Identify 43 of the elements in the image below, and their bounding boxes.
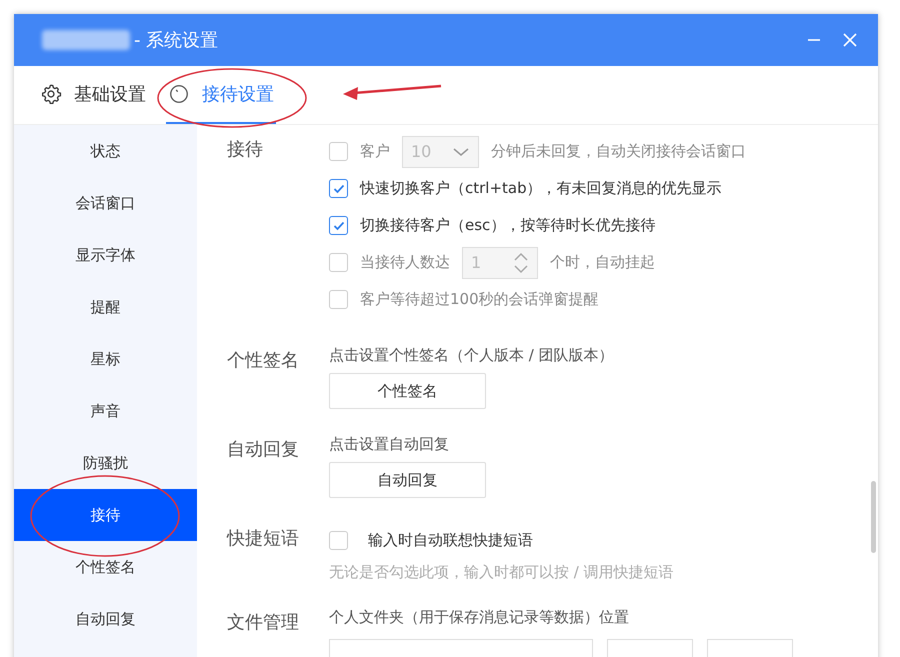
option-label: 客户 xyxy=(360,142,390,161)
sidebar-item[interactable]: 显示字体 xyxy=(14,229,197,281)
section-label: 文件管理 xyxy=(227,611,300,635)
window-title: - 系统设置 xyxy=(134,29,218,52)
sidebar-item[interactable]: 状态 xyxy=(14,125,197,177)
hint-text: 个人文件夹（用于保存消息记录等数据）位置 xyxy=(329,608,629,627)
sidebar-item[interactable]: 个性签名 xyxy=(14,541,197,593)
sidebar-item[interactable]: 防骚扰 xyxy=(14,437,197,489)
option-label: 分钟后未回复，自动关闭接待会话窗口 xyxy=(491,142,746,161)
dial-icon xyxy=(168,83,190,105)
sidebar-item[interactable]: 提醒 xyxy=(14,281,197,333)
section-label: 快捷短语 xyxy=(227,527,300,551)
sidebar-item[interactable]: 声音 xyxy=(14,385,197,437)
settings-tab[interactable]: 基础设置 xyxy=(38,66,148,124)
checkbox[interactable] xyxy=(329,216,348,235)
checkbox[interactable] xyxy=(329,531,348,550)
sidebar-item[interactable]: 接待 xyxy=(14,489,197,541)
sidebar-item[interactable]: 星标 xyxy=(14,333,197,385)
option-label: 客户等待超过100秒的会话弹窗提醒 xyxy=(360,290,599,309)
sidebar-item[interactable]: 自动回复 xyxy=(14,593,197,645)
section-label: 接待 xyxy=(227,138,264,162)
hint-text: 点击设置个性签名（个人版本 / 团队版本） xyxy=(329,346,614,365)
checkbox[interactable] xyxy=(329,142,348,161)
sidebar-item[interactable]: 会话窗口 xyxy=(14,177,197,229)
option-label: 当接待人数达 xyxy=(360,253,450,272)
checkbox[interactable] xyxy=(329,179,348,198)
checkbox[interactable] xyxy=(329,290,348,309)
up-down-arrows-icon xyxy=(513,252,529,274)
gear-icon xyxy=(40,83,62,105)
option-label: 快速切换客户（ctrl+tab），有未回复消息的优先显示 xyxy=(360,179,722,198)
close-icon[interactable] xyxy=(842,32,858,48)
signature-button[interactable]: 个性签名 xyxy=(329,373,486,409)
checkbox[interactable] xyxy=(329,253,348,272)
scrollbar-thumb[interactable] xyxy=(871,481,876,553)
section-label: 个性签名 xyxy=(227,349,300,373)
option-label: 切换接待客户（esc），按等待时长优先接待 xyxy=(360,216,656,235)
hint-text: 点击设置自动回复 xyxy=(329,435,449,454)
chevron-down-icon xyxy=(452,146,470,158)
option-label: 个时，自动挂起 xyxy=(550,253,655,272)
note-text: 无论是否勾选此项，输入时都可以按 / 调用快捷短语 xyxy=(329,563,674,582)
auto-reply-button[interactable]: 自动回复 xyxy=(329,462,486,498)
option-label: 输入时自动联想快捷短语 xyxy=(368,531,533,550)
section-label: 自动回复 xyxy=(227,438,300,462)
